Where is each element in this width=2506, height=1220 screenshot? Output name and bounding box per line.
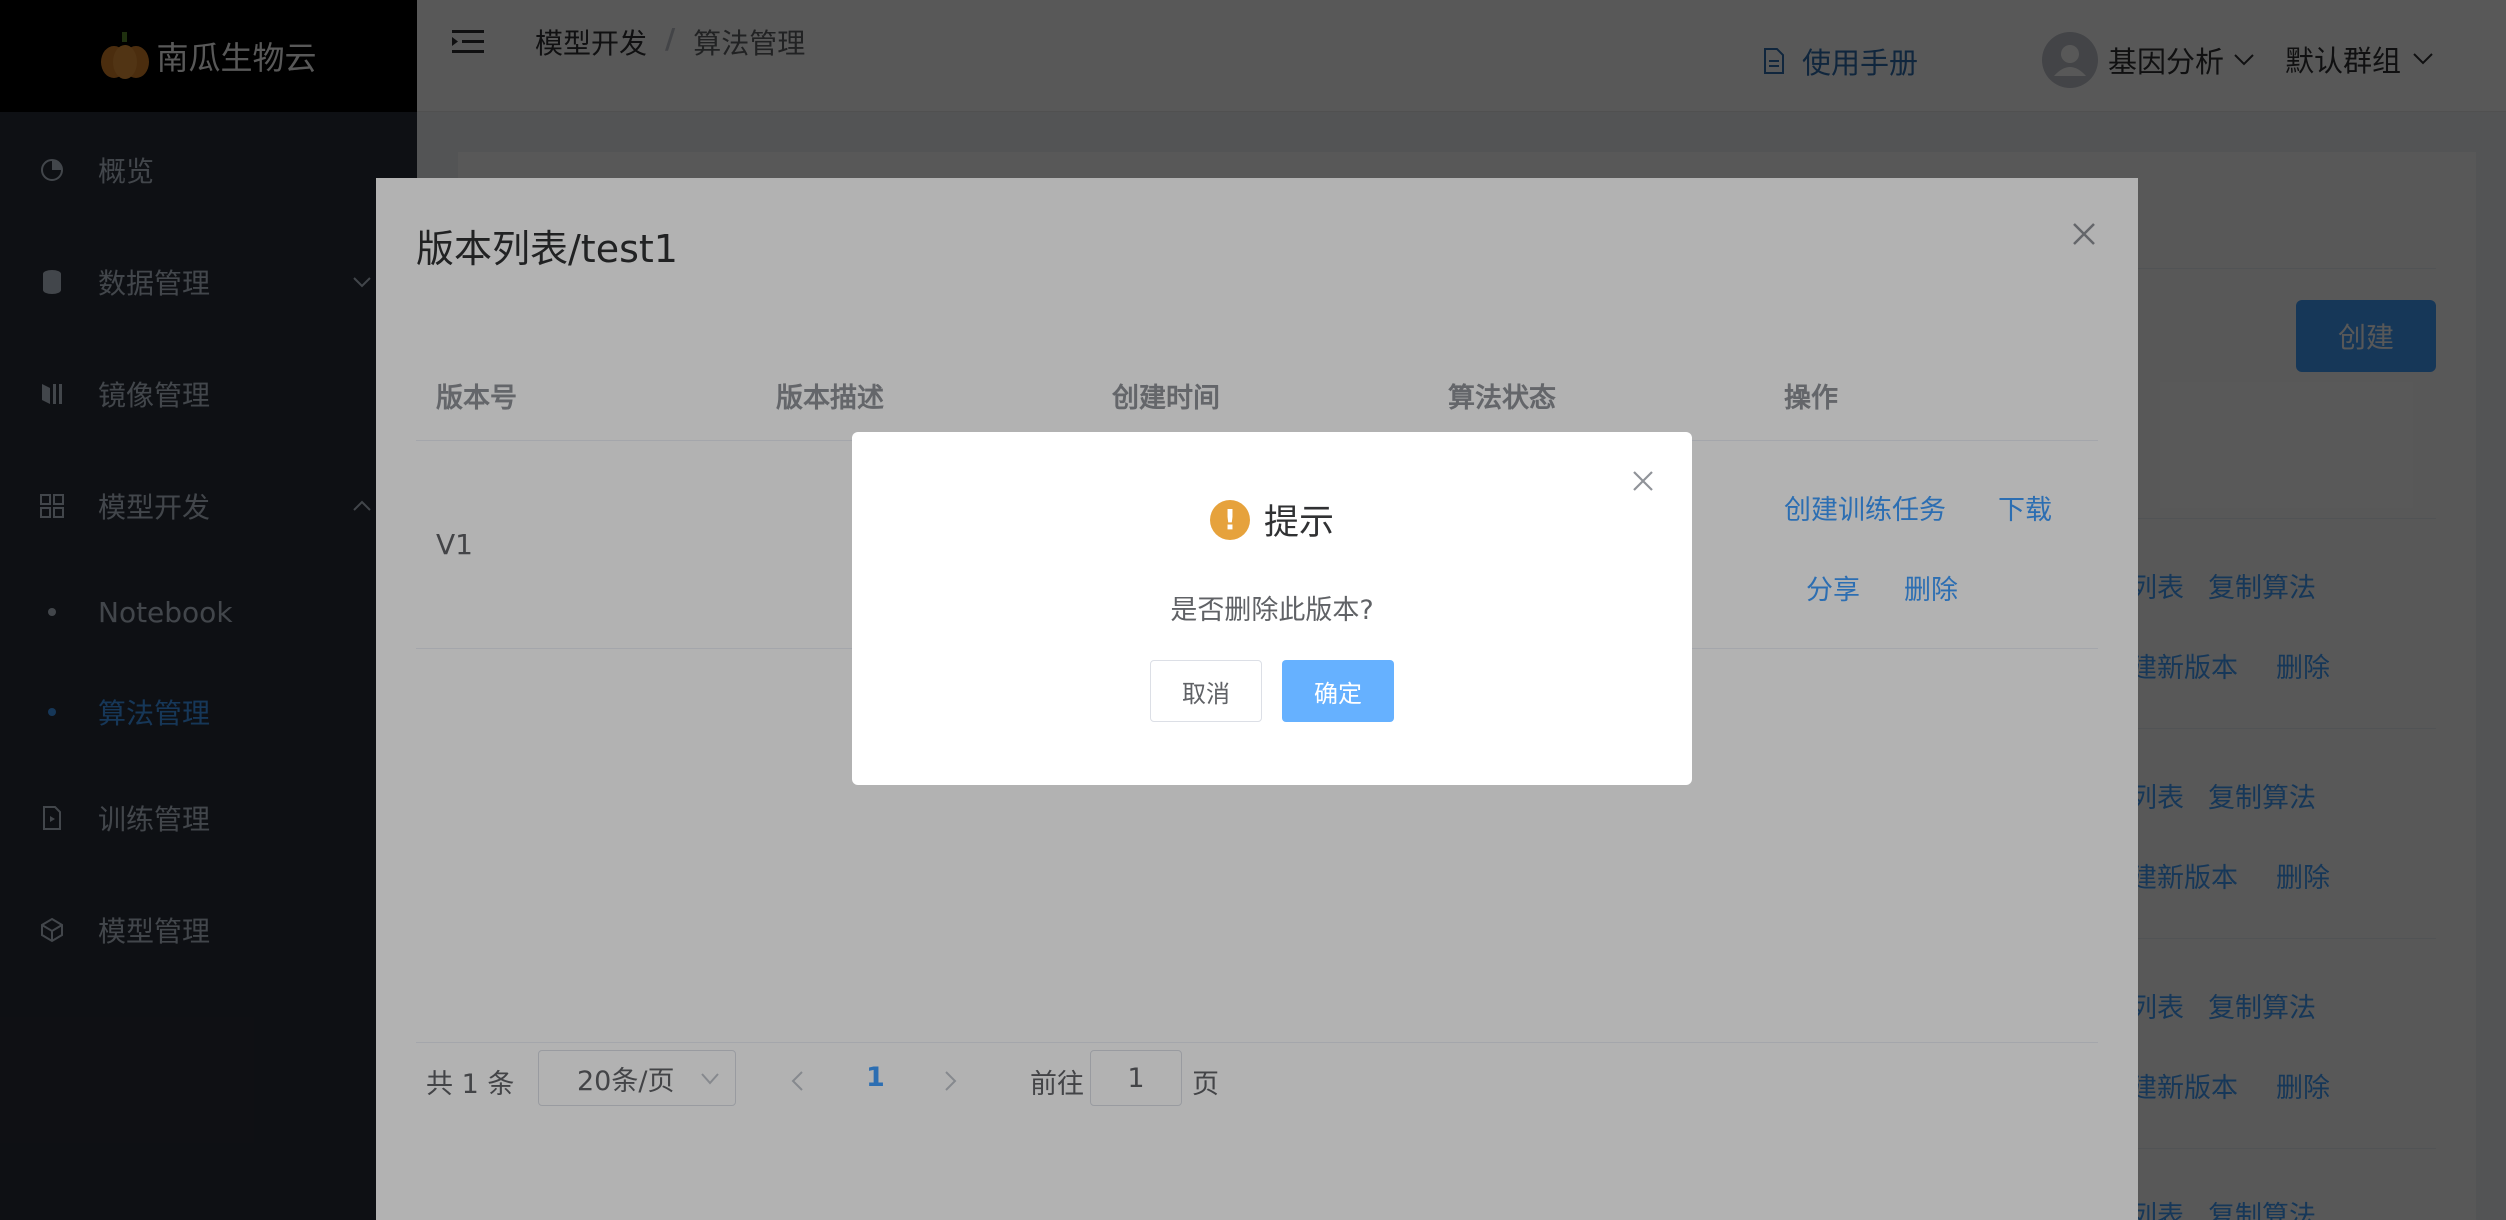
confirm-message: 是否删除此版本?	[1170, 595, 1374, 626]
confirm-button[interactable]: 确定	[1282, 660, 1394, 722]
confirm-dialog: ! 提示 是否删除此版本? 取消 确定	[852, 432, 1692, 785]
confirm-title: ! 提示	[852, 494, 1692, 545]
warning-icon: !	[1209, 499, 1250, 540]
cancel-button[interactable]: 取消	[1150, 660, 1262, 722]
close-icon[interactable]	[1632, 470, 1654, 492]
confirm-title-text: 提示	[1263, 503, 1334, 543]
